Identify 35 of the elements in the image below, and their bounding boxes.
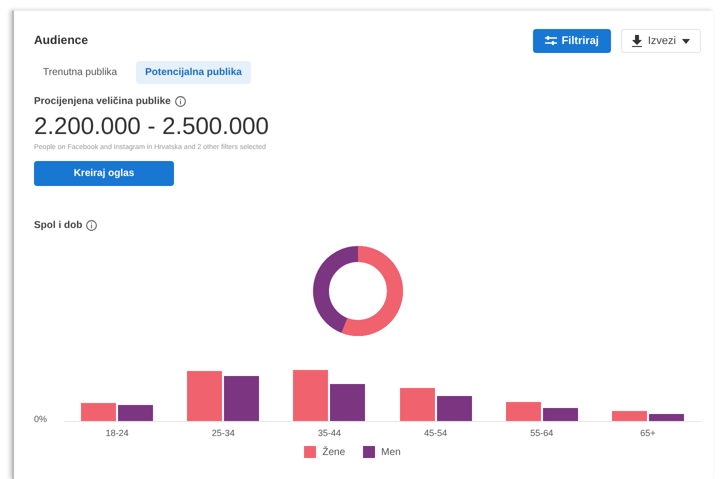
download-icon [632, 35, 642, 47]
section-title: Spol i dob [34, 220, 82, 231]
audience-tab[interactable]: Trenutna publika [34, 61, 126, 84]
estimate-label: Procijenjena veličina publike [34, 96, 171, 107]
category-label: 25-34 [212, 428, 235, 438]
caret-icon [682, 38, 690, 44]
bar [612, 411, 647, 421]
axis-label: 0% [34, 414, 48, 424]
category-label: 55-64 [530, 428, 554, 438]
bar [506, 402, 541, 421]
bar [400, 388, 435, 421]
bar [436, 396, 472, 421]
info-icon [174, 96, 186, 107]
audience-tab[interactable]: Potencijalna publika [136, 61, 251, 84]
legend-label: Žene [322, 446, 346, 458]
bar [187, 371, 222, 421]
bar [293, 370, 328, 421]
audience-size: 2.200.000 - 2.500.000 [34, 113, 270, 141]
info-icon [86, 220, 98, 231]
filter-button[interactable]: Filtriraj [532, 29, 611, 53]
bar [118, 405, 154, 421]
bar [542, 408, 578, 421]
category-label: 35-44 [318, 428, 341, 438]
bar [648, 414, 684, 421]
legend-label: Men [381, 446, 401, 458]
create-ad-button[interactable]: Kreiraj oglas [34, 161, 174, 186]
sliders-icon [544, 36, 557, 46]
category-label: 45-54 [424, 428, 448, 438]
bar [224, 376, 260, 421]
export-button[interactable]: Izvezi [620, 29, 701, 53]
category-label: 18-24 [106, 428, 129, 438]
bar [330, 384, 366, 421]
category-label: 65+ [640, 428, 656, 438]
card-title: Audience [34, 33, 88, 47]
bar [81, 403, 116, 421]
